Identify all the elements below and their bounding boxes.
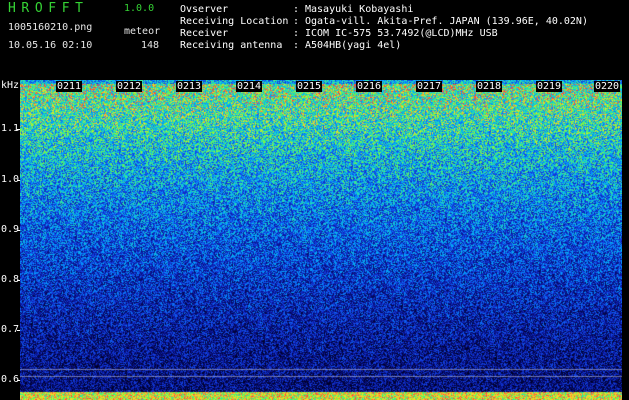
time-label-0211: 0211 — [56, 81, 83, 92]
filename: 1005160210.png — [8, 22, 93, 33]
app-version: 1.0.0 — [124, 3, 155, 14]
antenna-value: A504HB(yagi 4el) — [305, 40, 402, 51]
spectrogram-plot: 0211 0212 0213 0214 0215 0216 0217 0218 … — [20, 80, 622, 400]
right-margin — [622, 80, 629, 400]
time-label-0218: 0218 — [476, 81, 503, 92]
time-label-0214: 0214 — [236, 81, 263, 92]
receiver-separator: : — [293, 28, 300, 39]
frequency-axis: kHz 1.1 1.0 0.9 0.8 0.7 0.6 — [0, 78, 20, 400]
time-label-0217: 0217 — [416, 81, 443, 92]
receiver-label: Receiver — [180, 28, 229, 39]
timestamp: 10.05.16 02:10 — [8, 40, 93, 51]
time-label-0213: 0213 — [176, 81, 203, 92]
location-label: Receiving Location — [180, 16, 289, 27]
observer-value: Masayuki Kobayashi — [305, 4, 414, 15]
header-panel: HROFFT 1.0.0 1005160210.png 10.05.16 02:… — [0, 0, 629, 78]
time-label-0216: 0216 — [356, 81, 383, 92]
meteor-count: 148 — [141, 40, 160, 51]
antenna-separator: : — [293, 40, 300, 51]
time-label-0219: 0219 — [536, 81, 563, 92]
frequency-unit-label: kHz — [1, 80, 20, 91]
observer-label: Ovserver — [180, 4, 229, 15]
time-label-0212: 0212 — [116, 81, 143, 92]
antenna-label: Receiving antenna — [180, 40, 283, 51]
time-label-0215: 0215 — [296, 81, 323, 92]
app-title: HROFFT — [8, 1, 89, 16]
receiver-value: ICOM IC-575 53.7492(@LCD)MHz USB — [305, 28, 498, 39]
spectrogram-canvas — [20, 80, 622, 400]
observer-separator: : — [293, 4, 300, 15]
meteor-label: meteor — [124, 26, 161, 37]
location-value: Ogata-vill. Akita-Pref. JAPAN (139.96E, … — [305, 16, 588, 27]
time-label-0220: 0220 — [594, 81, 621, 92]
location-separator: : — [293, 16, 300, 27]
